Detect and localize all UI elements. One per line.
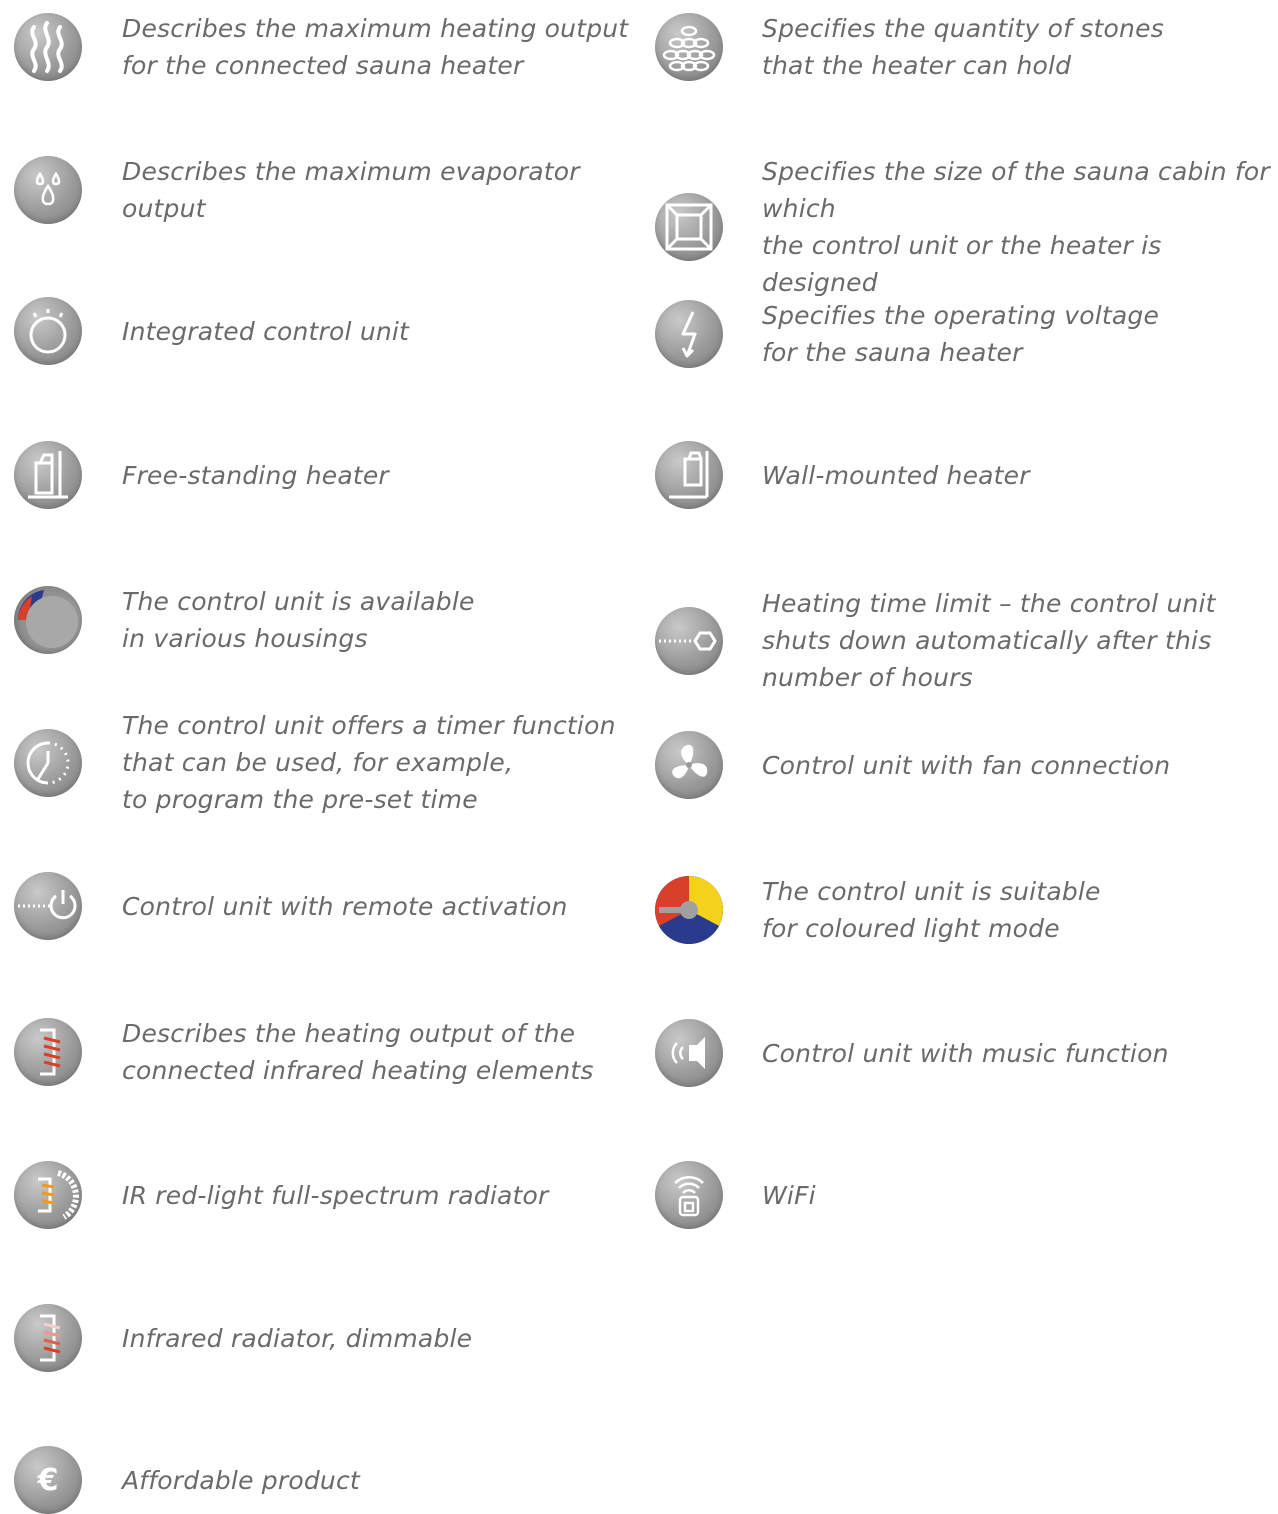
fan-icon bbox=[655, 731, 723, 799]
legend-item-evaporator-output: Describes the maximum evaporator output bbox=[14, 153, 634, 227]
legend-item-housings: The control unit is available in various… bbox=[14, 583, 634, 657]
wifi-icon bbox=[655, 1161, 723, 1229]
legend-description: Describes the maximum heating output for… bbox=[122, 14, 629, 80]
legend-item-fan: Control unit with fan connection bbox=[655, 731, 1275, 799]
legend-item-infrared-output: Describes the heating output of the conn… bbox=[14, 1015, 634, 1089]
legend-item-voltage: Specifies the operating voltage for the … bbox=[655, 297, 1275, 371]
legend-description: Heating time limit – the control unit sh… bbox=[762, 589, 1216, 692]
legend-description: Control unit with remote activation bbox=[122, 891, 568, 921]
remote-power-icon bbox=[14, 872, 82, 940]
legend-item-remote-activation: Control unit with remote activation bbox=[14, 872, 634, 940]
legend-description: Integrated control unit bbox=[122, 316, 410, 346]
legend-description: Describes the heating output of the conn… bbox=[122, 1019, 594, 1085]
legend-item-cabin-size: Specifies the size of the sauna cabin fo… bbox=[655, 153, 1275, 301]
legend-item-music: Control unit with music function bbox=[655, 1019, 1275, 1087]
heating-time-limit-icon bbox=[655, 606, 723, 675]
full-spectrum-icon bbox=[14, 1161, 82, 1229]
legend-item-affordable: € Affordable product bbox=[14, 1446, 634, 1514]
coloured-light-icon bbox=[655, 876, 723, 944]
legend-description: Affordable product bbox=[122, 1465, 360, 1495]
legend-item-heating-output: Describes the maximum heating output for… bbox=[14, 10, 634, 84]
voltage-icon bbox=[655, 300, 723, 368]
legend-item-dimmable: Infrared radiator, dimmable bbox=[14, 1304, 634, 1372]
legend-description: The control unit is suitable for coloure… bbox=[762, 877, 1101, 943]
legend-item-integrated-control: Integrated control unit bbox=[14, 297, 634, 365]
legend-item-full-spectrum: IR red-light full-spectrum radiator bbox=[14, 1161, 634, 1229]
infrared-heating-icon bbox=[14, 1018, 82, 1086]
svg-text:€: € bbox=[37, 1463, 59, 1498]
legend-description: Control unit with fan connection bbox=[762, 750, 1171, 780]
euro-icon: € bbox=[14, 1446, 82, 1514]
housings-icon bbox=[14, 586, 82, 654]
control-dial-icon bbox=[14, 297, 82, 365]
legend-description: Control unit with music function bbox=[762, 1038, 1169, 1068]
timer-icon bbox=[14, 728, 82, 797]
music-icon bbox=[655, 1019, 723, 1087]
legend-description: Wall-mounted heater bbox=[762, 460, 1030, 490]
legend-description: Describes the maximum evaporator output bbox=[122, 157, 580, 223]
legend-item-wifi: WiFi bbox=[655, 1161, 1275, 1229]
free-standing-heater-icon bbox=[14, 441, 82, 509]
legend-description: Infrared radiator, dimmable bbox=[122, 1323, 473, 1353]
legend-description: WiFi bbox=[762, 1180, 816, 1210]
legend-item-timer: The control unit offers a timer function… bbox=[14, 707, 634, 818]
legend-item-wall-mounted: Wall-mounted heater bbox=[655, 441, 1275, 509]
legend-description: Specifies the size of the sauna cabin fo… bbox=[762, 157, 1270, 297]
legend-description: Specifies the operating voltage for the … bbox=[762, 301, 1160, 367]
water-drops-icon bbox=[14, 156, 82, 224]
dimmable-radiator-icon bbox=[14, 1304, 82, 1372]
legend-description: The control unit is available in various… bbox=[122, 587, 475, 653]
legend-description: IR red-light full-spectrum radiator bbox=[122, 1180, 549, 1210]
legend-description: The control unit offers a timer function… bbox=[122, 711, 616, 814]
icon-legend: Describes the maximum heating output for… bbox=[0, 0, 1278, 1514]
legend-description: Specifies the quantity of stones that th… bbox=[762, 14, 1164, 80]
wall-mounted-heater-icon bbox=[655, 441, 723, 509]
heat-waves-icon bbox=[14, 13, 82, 81]
cabin-size-icon bbox=[655, 193, 723, 261]
legend-item-free-standing: Free-standing heater bbox=[14, 441, 634, 509]
stones-icon bbox=[655, 13, 723, 81]
legend-item-heating-time-limit: Heating time limit – the control unit sh… bbox=[655, 585, 1275, 696]
legend-description: Free-standing heater bbox=[122, 460, 389, 490]
legend-item-stones: Specifies the quantity of stones that th… bbox=[655, 10, 1275, 84]
legend-item-coloured-light: The control unit is suitable for coloure… bbox=[655, 873, 1275, 947]
